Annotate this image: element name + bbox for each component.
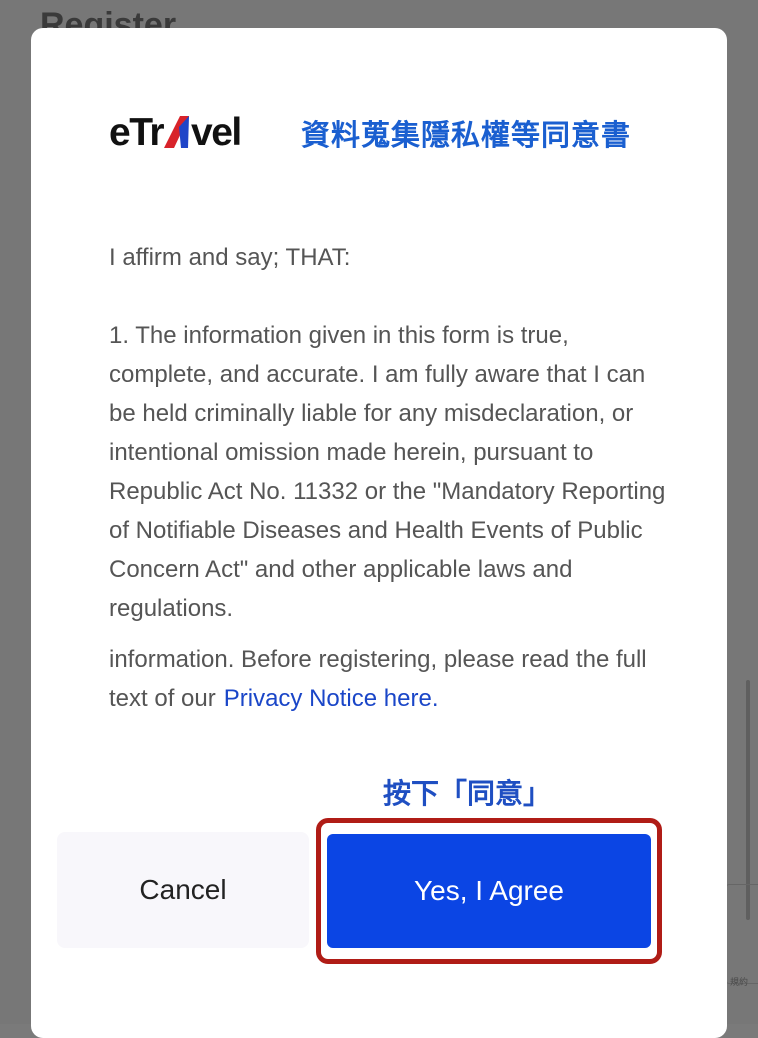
dialog-header: eTr vel 資料蒐集隱私權等同意書: [109, 110, 630, 154]
cancel-button[interactable]: Cancel: [57, 832, 309, 948]
annotation-press-agree: 按下「同意」: [383, 777, 552, 810]
declaration-paragraph: 1. The information given in this form is…: [109, 322, 666, 622]
consent-text: I affirm and say; THAT: 1. The informati…: [109, 238, 669, 718]
logo-text-suffix: vel: [191, 110, 242, 154]
recaptcha-terms-text: 規約: [730, 978, 749, 988]
etravel-logo: eTr vel: [109, 110, 242, 154]
logo-plane-a-icon: [164, 116, 190, 148]
privacy-paragraph: information. Before registering, please …: [109, 640, 669, 718]
privacy-notice-link[interactable]: Privacy Notice here.: [224, 685, 439, 712]
recaptcha-badge: [726, 884, 758, 984]
agree-button[interactable]: Yes, I Agree: [327, 834, 651, 948]
consent-dialog: eTr vel 資料蒐集隱私權等同意書 I affirm and say; TH…: [31, 28, 727, 1038]
logo-text-prefix: eTr: [109, 110, 165, 154]
dialog-title: 資料蒐集隱私權等同意書: [301, 118, 632, 152]
intro-text: I affirm and say; THAT:: [109, 244, 351, 271]
